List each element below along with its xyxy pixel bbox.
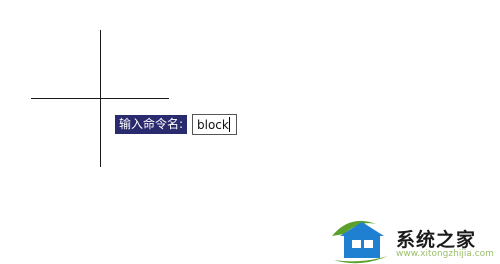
text-caret <box>229 117 230 132</box>
watermark-site-name: 系统之家 <box>396 229 477 251</box>
drawing-canvas[interactable]: 输入命令名: 系统之家 www.xitongzhijia.com <box>0 0 500 264</box>
watermark: 系统之家 www.xitongzhijia.com <box>330 205 500 264</box>
house-logo-icon <box>332 220 388 264</box>
command-prompt-label: 输入命令名: <box>115 115 188 134</box>
crosshair-horizontal-line <box>31 98 169 99</box>
command-input[interactable] <box>192 114 237 135</box>
watermark-url: www.xitongzhijia.com <box>396 249 494 259</box>
